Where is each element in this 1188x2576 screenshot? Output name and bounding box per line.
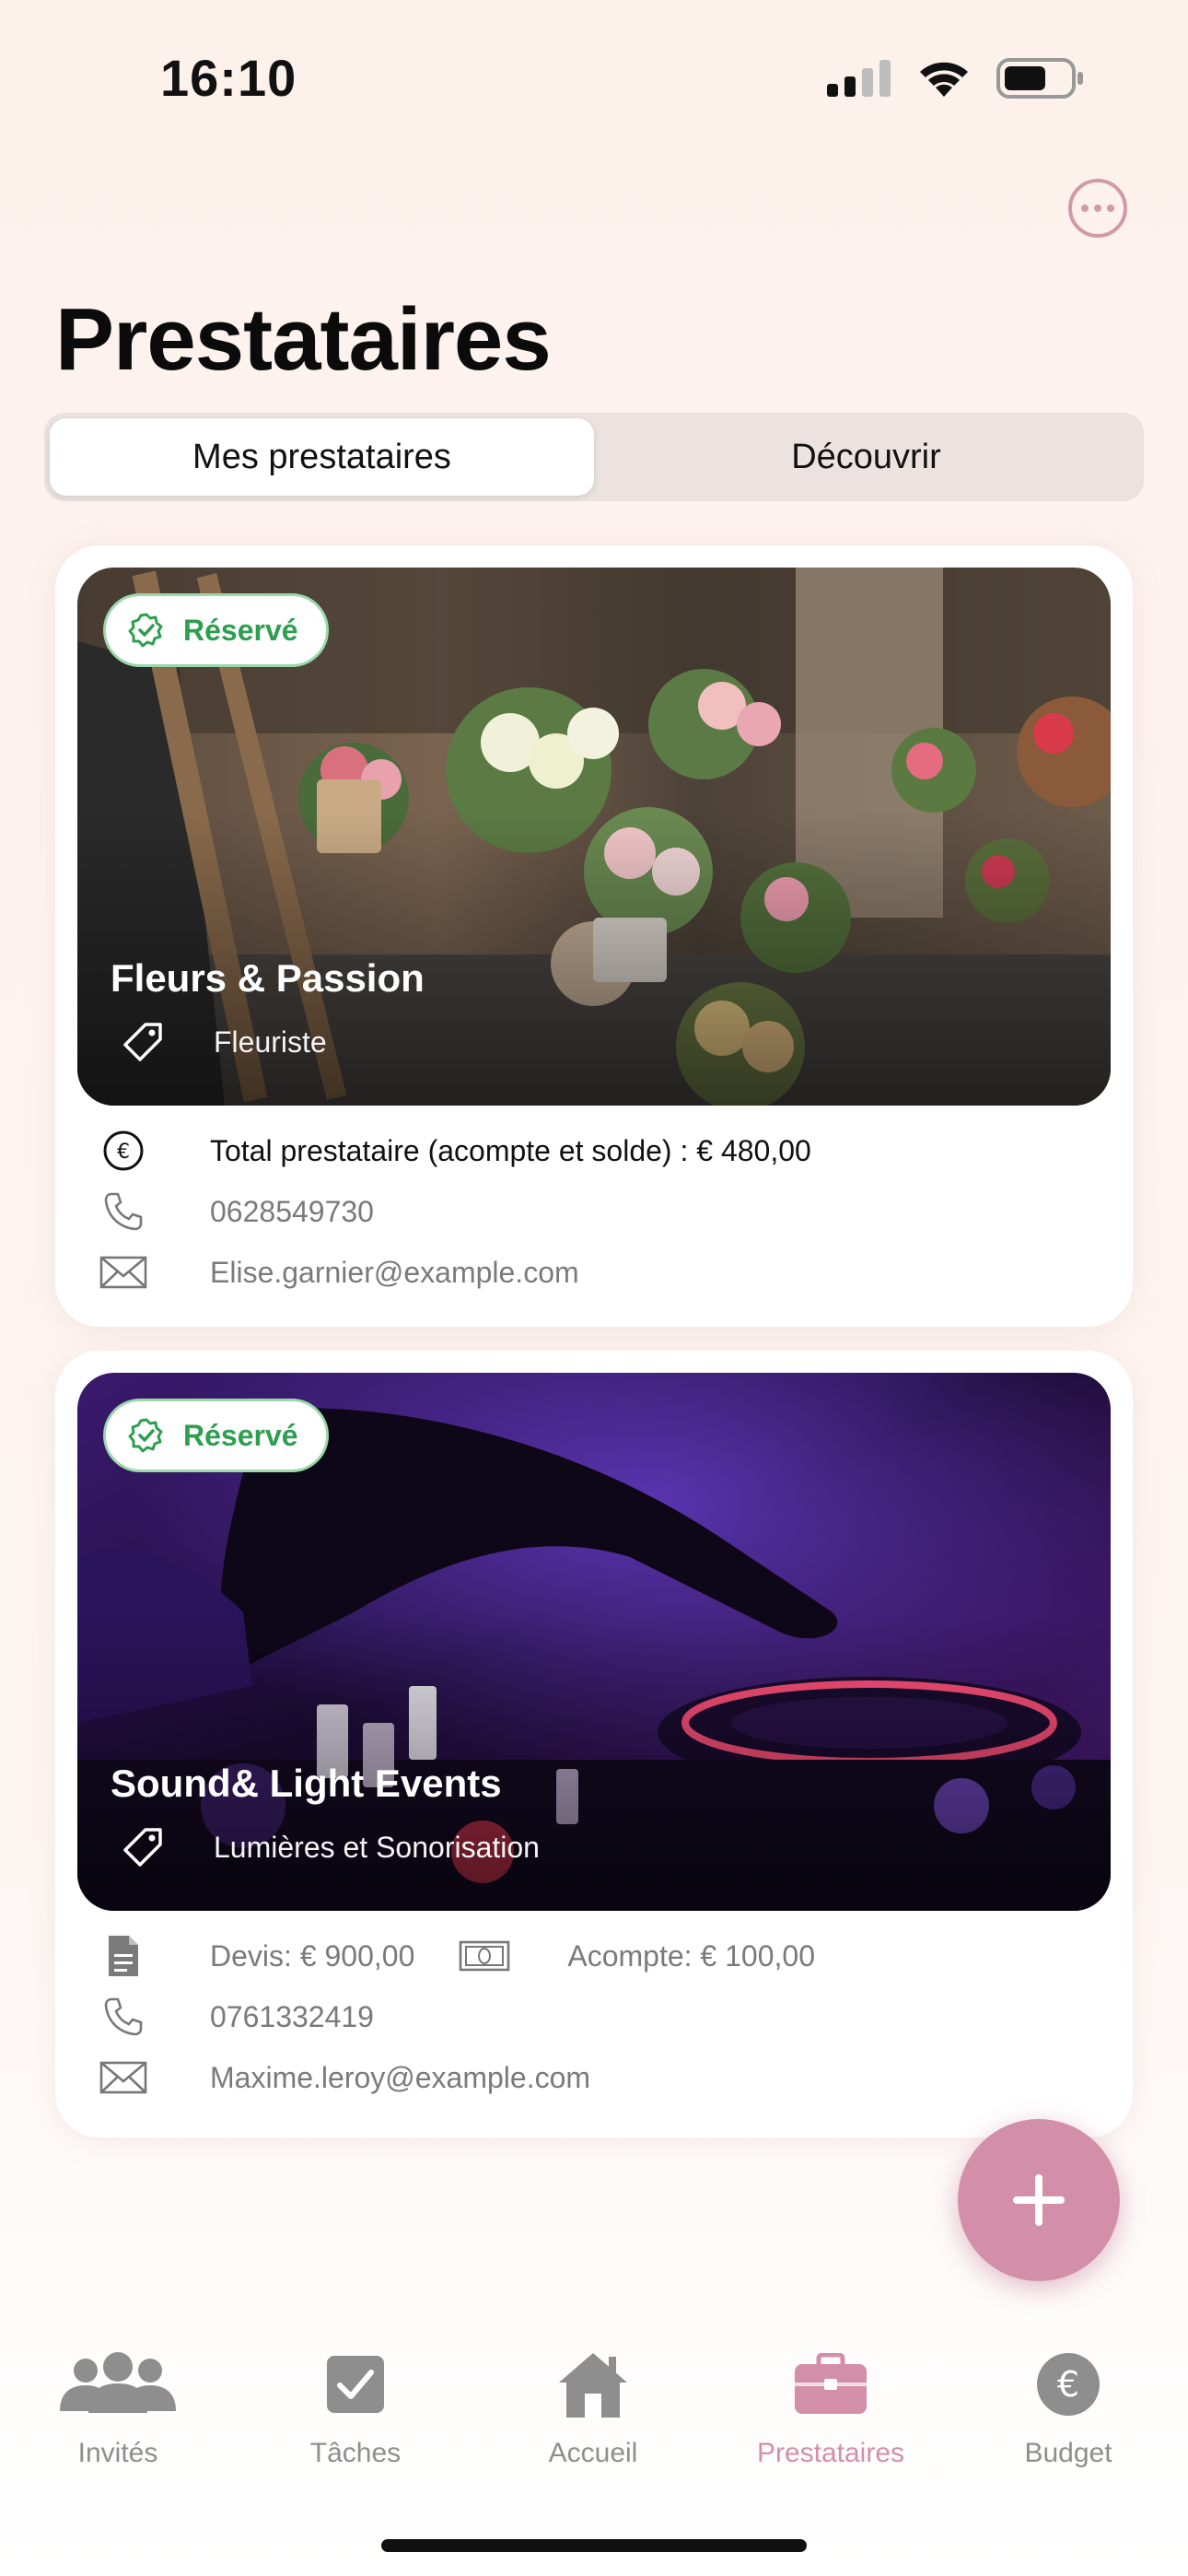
vendor-email: Elise.garnier@example.com bbox=[210, 1255, 579, 1289]
vendor-deposit: Acompte: € 100,00 bbox=[567, 1938, 815, 1973]
vendor-name: Fleurs & Passion bbox=[111, 956, 425, 1000]
tab-accueil[interactable]: Accueil bbox=[492, 2340, 694, 2469]
tab-label: Tâches bbox=[309, 2438, 402, 2468]
vendor-phone: 0628549730 bbox=[210, 1194, 374, 1228]
status-icons bbox=[827, 57, 1085, 100]
vendor-email: Maxime.leroy@example.com bbox=[210, 2060, 591, 2094]
svg-text:€: € bbox=[1057, 2364, 1079, 2405]
reserved-badge: Réservé bbox=[103, 1399, 329, 1472]
vendor-category: Fleuriste bbox=[120, 1019, 327, 1065]
tag-icon bbox=[123, 1828, 162, 1867]
page-title: Prestataires bbox=[55, 290, 552, 389]
house-icon bbox=[559, 2353, 627, 2418]
add-vendor-button[interactable] bbox=[958, 2119, 1120, 2281]
euro-icon: € bbox=[1037, 2353, 1100, 2416]
status-time: 16:10 bbox=[160, 49, 297, 107]
vendor-phone: 0761332419 bbox=[210, 1999, 374, 2033]
tab-label: Invités bbox=[77, 2438, 158, 2468]
phone-icon bbox=[104, 1997, 143, 2036]
vendor-quote: Devis: € 900,00 bbox=[210, 1938, 415, 1973]
reserved-badge: Réservé bbox=[103, 593, 329, 667]
reserved-badge-label: Réservé bbox=[183, 613, 298, 647]
vendor-photo: Réservé Fleurs & Passion Fleuriste bbox=[77, 568, 1111, 1106]
vendor-total: Total prestataire (acompte et solde) : €… bbox=[210, 1133, 811, 1167]
phone-icon bbox=[104, 1192, 143, 1231]
tab-label: Accueil bbox=[548, 2438, 638, 2468]
people-icon bbox=[60, 2352, 176, 2413]
envelope-icon bbox=[99, 1256, 147, 1289]
vendor-category-label: Lumières et Sonorisation bbox=[214, 1830, 540, 1864]
tab-prestataires[interactable]: Prestataires bbox=[729, 2340, 932, 2469]
briefcase-icon bbox=[795, 2353, 867, 2414]
vendor-card[interactable]: Réservé Sound& Light Events Lumières et … bbox=[55, 1351, 1133, 2137]
euro-circle-icon: € bbox=[103, 1130, 144, 1171]
home-indicator bbox=[381, 2539, 807, 2552]
more-options-button[interactable] bbox=[1068, 179, 1127, 238]
checkbox-icon bbox=[327, 2356, 384, 2413]
vendor-name: Sound& Light Events bbox=[111, 1762, 502, 1805]
tag-icon bbox=[123, 1023, 162, 1061]
vendor-photo: Réservé Sound& Light Events Lumières et … bbox=[77, 1373, 1111, 1911]
plus-icon bbox=[1013, 2174, 1065, 2226]
tab-invites[interactable]: Invités bbox=[17, 2340, 219, 2469]
more-dot bbox=[1094, 205, 1101, 212]
segmented-control: Mes prestataires Découvrir bbox=[44, 413, 1144, 501]
email-row[interactable]: Elise.garnier@example.com bbox=[77, 1242, 1111, 1303]
tab-budget[interactable]: € Budget bbox=[967, 2340, 1170, 2469]
more-dot bbox=[1107, 205, 1114, 212]
quote-deposit-row: Devis: € 900,00 Acompte: € 100,00 bbox=[77, 1926, 1111, 1986]
battery-icon bbox=[996, 58, 1083, 99]
phone-row[interactable]: 0761332419 bbox=[77, 1986, 1111, 2047]
vendor-category-label: Fleuriste bbox=[214, 1025, 327, 1059]
vendor-info: Devis: € 900,00 Acompte: € 100,00 076133… bbox=[77, 1926, 1111, 2108]
reserved-badge-label: Réservé bbox=[183, 1418, 298, 1452]
banknote-icon bbox=[460, 1940, 510, 1972]
tab-label: Budget bbox=[1024, 2438, 1112, 2468]
verified-check-icon bbox=[128, 613, 163, 648]
cellular-signal-icon bbox=[827, 60, 891, 97]
svg-text:€: € bbox=[117, 1141, 130, 1164]
vendor-card[interactable]: Réservé Fleurs & Passion Fleuriste € Tot… bbox=[55, 545, 1133, 1327]
tab-label: Prestataires bbox=[756, 2438, 905, 2468]
vendor-info: € Total prestataire (acompte et solde) :… bbox=[77, 1120, 1111, 1303]
phone-row[interactable]: 0628549730 bbox=[77, 1181, 1111, 1242]
email-row[interactable]: Maxime.leroy@example.com bbox=[77, 2047, 1111, 2108]
document-icon bbox=[109, 1936, 138, 1976]
segment-mes-prestataires[interactable]: Mes prestataires bbox=[50, 418, 594, 496]
vendor-category: Lumières et Sonorisation bbox=[120, 1824, 540, 1870]
total-row: € Total prestataire (acompte et solde) :… bbox=[77, 1120, 1111, 1181]
wifi-icon bbox=[920, 62, 968, 97]
status-bar: 16:10 bbox=[0, 0, 1188, 147]
envelope-icon bbox=[99, 2061, 147, 2094]
tab-bar: Invités Tâches Accueil Prestataires € Bu… bbox=[0, 2340, 1188, 2506]
more-dot bbox=[1081, 205, 1089, 212]
segment-decouvrir[interactable]: Découvrir bbox=[594, 418, 1138, 496]
verified-check-icon bbox=[128, 1418, 163, 1453]
tab-taches[interactable]: Tâches bbox=[254, 2340, 457, 2469]
